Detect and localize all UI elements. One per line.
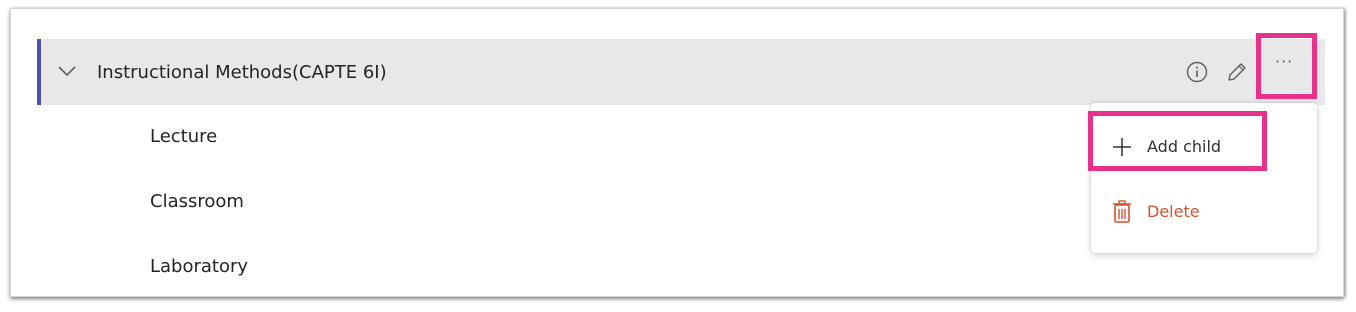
delete-menu-item[interactable]: Delete <box>1091 188 1317 238</box>
tree-child-item[interactable]: Classroom <box>150 191 244 212</box>
highlight-add-child <box>1088 111 1267 171</box>
tree-node-title: Instructional Methods(CAPTE 6I) <box>97 62 387 83</box>
info-icon[interactable] <box>1185 60 1209 88</box>
delete-label: Delete <box>1147 202 1200 221</box>
tree-node-row[interactable]: Instructional Methods(CAPTE 6I) <box>37 39 1325 105</box>
tree-child-item[interactable]: Laboratory <box>150 256 248 277</box>
trash-icon <box>1111 200 1133 228</box>
highlight-more-button <box>1256 33 1317 99</box>
pencil-icon[interactable] <box>1225 60 1249 88</box>
chevron-down-icon[interactable] <box>57 63 77 82</box>
tree-child-item[interactable]: Lecture <box>150 126 217 147</box>
